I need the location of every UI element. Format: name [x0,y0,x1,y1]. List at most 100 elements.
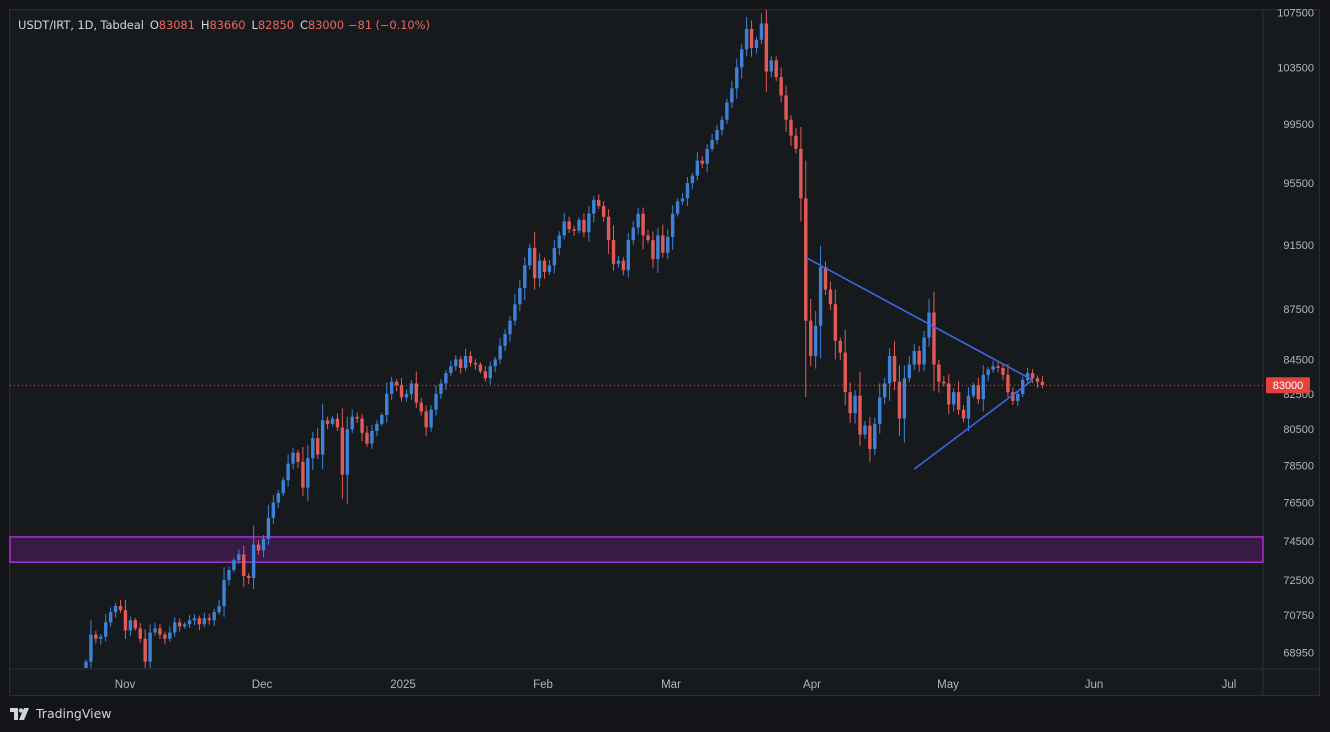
candle-body [700,160,704,164]
candle-body [917,350,921,365]
candle-body [306,458,310,488]
last-price-label: 83000 [1273,380,1304,392]
candle-body [458,359,463,368]
candle-body [478,364,483,372]
candle-body [670,213,675,237]
candle-body [868,425,872,450]
candle-body [720,119,724,130]
candle-body [597,199,601,206]
candle-body [424,411,428,428]
candle-body [966,395,971,419]
candle-body [182,624,187,627]
candle-body [887,355,892,384]
open-label: O [149,18,159,32]
candle-body [365,432,369,444]
candle-body [730,88,734,103]
candle-body [680,198,685,202]
candle-body [804,198,808,321]
candle-body [370,431,374,444]
candle-body [192,618,197,621]
candle-body [173,622,177,633]
candle-body [843,352,847,393]
candle-body [809,320,813,356]
candle-body [1035,378,1040,382]
candle-body [656,235,660,260]
candle-body [567,221,571,230]
candle-body [389,381,394,394]
candle-body [661,235,665,253]
price-tick-label: 78500 [1283,460,1314,472]
candle-body [651,240,655,260]
candle-body [937,364,941,382]
candle-body [606,216,611,241]
candle-body [912,350,916,365]
price-tick-label: 70750 [1283,610,1314,622]
candle-body [419,402,423,412]
candle-body [577,219,581,231]
candle-body [84,661,88,668]
candle-body [454,359,458,367]
candle-body [330,418,335,424]
candle-body [666,236,670,253]
candle-body [528,247,532,266]
brand-name: TradingView [36,706,112,721]
candle-body [380,414,384,424]
change-value: −81 (−0.10%) [347,18,430,32]
candle-body [705,148,709,164]
candle-body [261,538,266,551]
candle-body [976,385,981,400]
candle-body [759,23,764,40]
candle-body [286,463,290,481]
candle-body [138,628,142,639]
candle-body [892,355,897,382]
candle-body [961,409,966,419]
candle-body [217,606,221,613]
candle-body [641,213,645,236]
candle-body [207,618,211,621]
candle-body [592,199,596,214]
candle-body [222,579,226,607]
candle-body [518,287,522,305]
candle-body [971,385,976,396]
candle-body [991,366,995,370]
candle-body [271,502,276,518]
candle-body [320,420,325,455]
candle-body [503,334,507,346]
candle-body [611,240,616,264]
candle-body [281,480,285,494]
tradingview-brand[interactable]: TradingView [10,706,112,721]
close-label: C [299,18,308,32]
tradingview-logo-icon [10,707,29,720]
symbol-label[interactable]: USDT/IRT, 1D, Tabdeal [18,18,144,32]
candle-body [951,392,956,405]
candle-body [133,620,137,629]
candle-body [552,247,557,266]
price-tick-label: 76500 [1283,498,1314,510]
candle-body [744,28,749,50]
candle-body [863,425,867,435]
candle-body [399,385,404,398]
candle-body [1006,374,1010,393]
price-tick-label: 84500 [1283,354,1314,366]
candle-body [764,23,769,72]
candle-body [316,438,320,455]
time-tick-label: Jul [1222,679,1237,691]
candle-body [99,636,103,639]
low-value: 82850 [257,18,294,32]
candle-body [325,420,330,424]
candle-body [626,240,630,271]
symbol-header: USDT/IRT, 1D, Tabdeal O83081 H83660 L82850 C… [18,18,430,32]
support-zone [9,536,1264,563]
candle-body [710,140,714,149]
candle-body [237,554,241,561]
price-chart[interactable]: 1075001035009950095500915008750084500825… [0,0,1330,732]
candle-body [340,427,345,475]
candle-body [104,622,108,637]
candle-body [291,452,295,464]
candle-body [335,418,340,428]
candle-body [621,260,626,271]
candle-body [562,221,566,236]
candle-body [813,325,818,356]
candle-body [1040,381,1045,386]
candle-body [345,429,349,475]
